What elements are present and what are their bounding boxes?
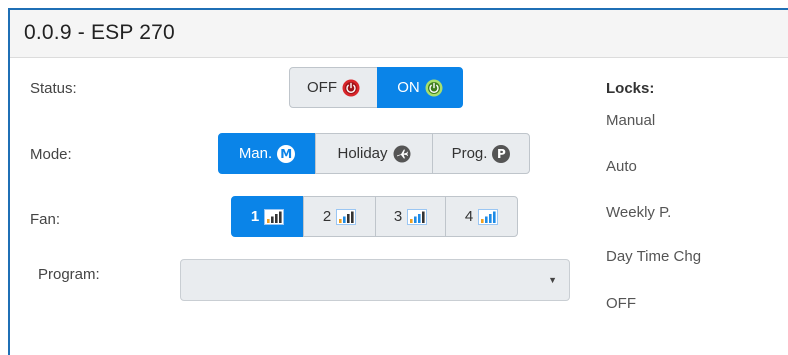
mode-holiday-label: Holiday bbox=[337, 145, 388, 162]
fan-label: Fan: bbox=[30, 211, 61, 228]
mode-manual-label: Man. bbox=[238, 145, 273, 162]
power-off-icon bbox=[342, 79, 360, 97]
fan-toggle-group: 1 2 3 4 bbox=[231, 196, 518, 237]
locks-title: Locks: bbox=[606, 80, 655, 97]
panel-header: 0.0.9 - ESP 270 bbox=[10, 10, 788, 58]
program-icon: P bbox=[492, 144, 511, 163]
fan-speed-1-label: 1 bbox=[250, 208, 260, 225]
fan-speed-2-label: 2 bbox=[322, 208, 332, 225]
fan-speed-4-label: 4 bbox=[464, 208, 474, 225]
lock-item-auto: Auto bbox=[606, 158, 637, 175]
fan-level-2-icon bbox=[336, 208, 357, 225]
mode-program-label: Prog. bbox=[451, 145, 488, 162]
fan-level-1-icon bbox=[264, 208, 285, 225]
plane-icon bbox=[393, 145, 411, 163]
lock-item-weekly: Weekly P. bbox=[606, 204, 672, 221]
mode-label: Mode: bbox=[30, 146, 72, 163]
lock-item-manual: Manual bbox=[606, 112, 656, 129]
fan-speed-1-button[interactable]: 1 bbox=[231, 196, 304, 237]
fan-speed-3-label: 3 bbox=[393, 208, 403, 225]
panel-title: 0.0.9 - ESP 270 bbox=[24, 21, 175, 44]
mode-program-button[interactable]: Prog. P bbox=[432, 133, 530, 174]
fan-level-3-icon bbox=[407, 208, 428, 225]
program-select[interactable]: ▼ bbox=[180, 259, 570, 301]
status-off-button[interactable]: OFF bbox=[289, 67, 378, 108]
mode-toggle-group: Man. M Holiday Prog. P bbox=[218, 133, 530, 174]
program-label: Program: bbox=[38, 266, 100, 283]
mode-manual-button[interactable]: Man. M bbox=[218, 133, 316, 174]
mode-holiday-button[interactable]: Holiday bbox=[315, 133, 433, 174]
manual-icon: M bbox=[277, 144, 296, 163]
lock-item-off: OFF bbox=[606, 295, 636, 312]
lock-item-day-time-chg: Day Time Chg bbox=[606, 248, 702, 265]
power-on-icon bbox=[425, 79, 443, 97]
fan-speed-2-button[interactable]: 2 bbox=[303, 196, 376, 237]
status-toggle-group: OFF ON bbox=[289, 67, 463, 108]
fan-speed-3-button[interactable]: 3 bbox=[375, 196, 446, 237]
status-label: Status: bbox=[30, 80, 77, 97]
chevron-down-icon: ▼ bbox=[548, 275, 557, 285]
fan-level-4-icon bbox=[478, 208, 499, 225]
fan-speed-4-button[interactable]: 4 bbox=[445, 196, 518, 237]
status-on-label: ON bbox=[397, 79, 420, 96]
status-off-label: OFF bbox=[307, 79, 337, 96]
status-on-button[interactable]: ON bbox=[377, 67, 463, 108]
device-panel: 0.0.9 - ESP 270 bbox=[8, 8, 788, 355]
